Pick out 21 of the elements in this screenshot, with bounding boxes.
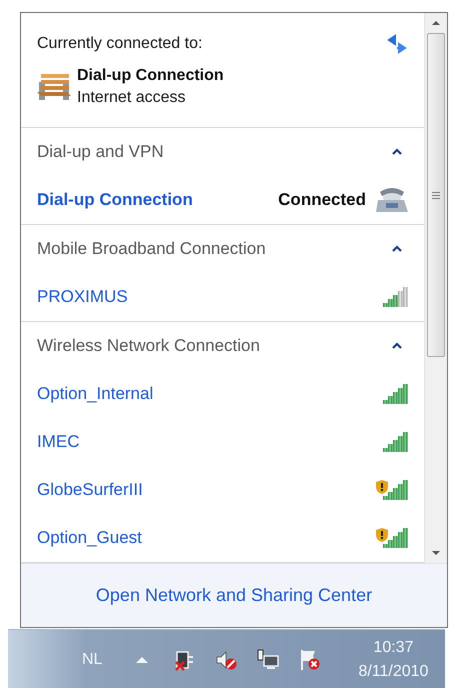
down-arrow-icon (432, 550, 440, 556)
network-name[interactable]: PROXIMUS (37, 287, 376, 307)
network-name[interactable]: Option_Internal (37, 384, 376, 404)
connection-link[interactable]: Dial-up Connection (37, 190, 270, 210)
access-status: Internet access (77, 89, 186, 107)
bench-icon (37, 74, 71, 100)
network-name[interactable]: GlobeSurferIII (37, 480, 368, 500)
network-name[interactable]: IMEC (37, 432, 376, 452)
up-arrow-icon (136, 656, 148, 662)
refresh-button[interactable] (386, 33, 408, 55)
section-title: Wireless Network Connection (37, 336, 260, 356)
section-title: Dial-up and VPN (37, 142, 164, 162)
scrollbar-thumb[interactable] (427, 33, 445, 357)
phone-icon (376, 188, 408, 212)
connected-heading: Currently connected to: (37, 35, 202, 53)
connection-status: Connected (278, 190, 366, 210)
network-name[interactable]: Option_Guest (37, 528, 368, 548)
section-title: Mobile Broadband Connection (37, 239, 266, 259)
unlit-signal-bars (398, 287, 408, 307)
up-arrow-icon (432, 20, 440, 26)
connection-name: Dial-up Connection (77, 67, 224, 85)
